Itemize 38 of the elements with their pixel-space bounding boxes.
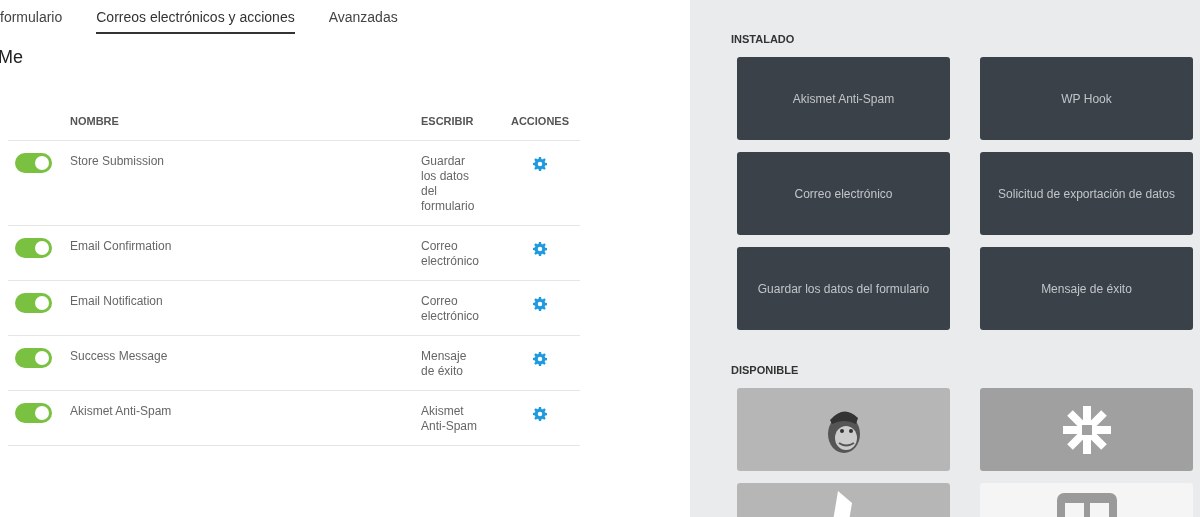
action-name: Email Confirmation (70, 239, 172, 254)
tab[interactable]: formulario (0, 0, 63, 34)
settings-icon[interactable] (533, 157, 547, 171)
integration-tile[interactable] (737, 388, 950, 471)
action-name: Akismet Anti-Spam (70, 404, 172, 419)
toggle-switch[interactable] (15, 348, 52, 368)
tab[interactable]: Avanzadas (328, 0, 398, 34)
action-name: Store Submission (70, 154, 165, 169)
integration-tile[interactable] (980, 388, 1193, 471)
section-title: DISPONIBLE (731, 364, 799, 376)
action-tile[interactable]: Guardar los datos del formulario (737, 247, 950, 330)
action-tile[interactable]: Mensaje de éxito (980, 247, 1193, 330)
column-header: ESCRIBIR (421, 114, 474, 127)
tab[interactable]: Correos electrónicos y acciones (96, 0, 295, 34)
action-type: Correo electrónico (421, 294, 481, 324)
asterisk-icon (1060, 403, 1113, 456)
action-tile[interactable]: Akismet Anti-Spam (737, 57, 950, 140)
action-name: Email Notification (70, 294, 163, 309)
settings-icon[interactable] (533, 407, 547, 421)
column-header: NOMBRE (70, 114, 119, 127)
column-header: ACCIONES (510, 114, 570, 127)
action-type: Correo electrónico (421, 239, 481, 269)
action-tile[interactable]: WP Hook (980, 57, 1193, 140)
settings-icon[interactable] (533, 242, 547, 256)
settings-icon[interactable] (533, 297, 547, 311)
action-name: Success Message (70, 349, 168, 364)
action-tile[interactable]: Solicitud de exportación de datos (980, 152, 1193, 235)
toggle-switch[interactable] (15, 293, 52, 313)
section-title: INSTALADO (731, 33, 795, 45)
toggle-switch[interactable] (15, 403, 52, 423)
action-type: Mensaje de éxito (421, 349, 468, 379)
toggle-switch[interactable] (15, 238, 52, 258)
settings-icon[interactable] (533, 352, 547, 366)
toggle-switch[interactable] (15, 153, 52, 173)
action-tile[interactable]: Correo electrónico (737, 152, 950, 235)
section-heading: Me (0, 47, 23, 68)
action-type: Akismet Anti-Spam (421, 404, 479, 434)
action-type: Guardar los datos del formulario (421, 154, 476, 214)
